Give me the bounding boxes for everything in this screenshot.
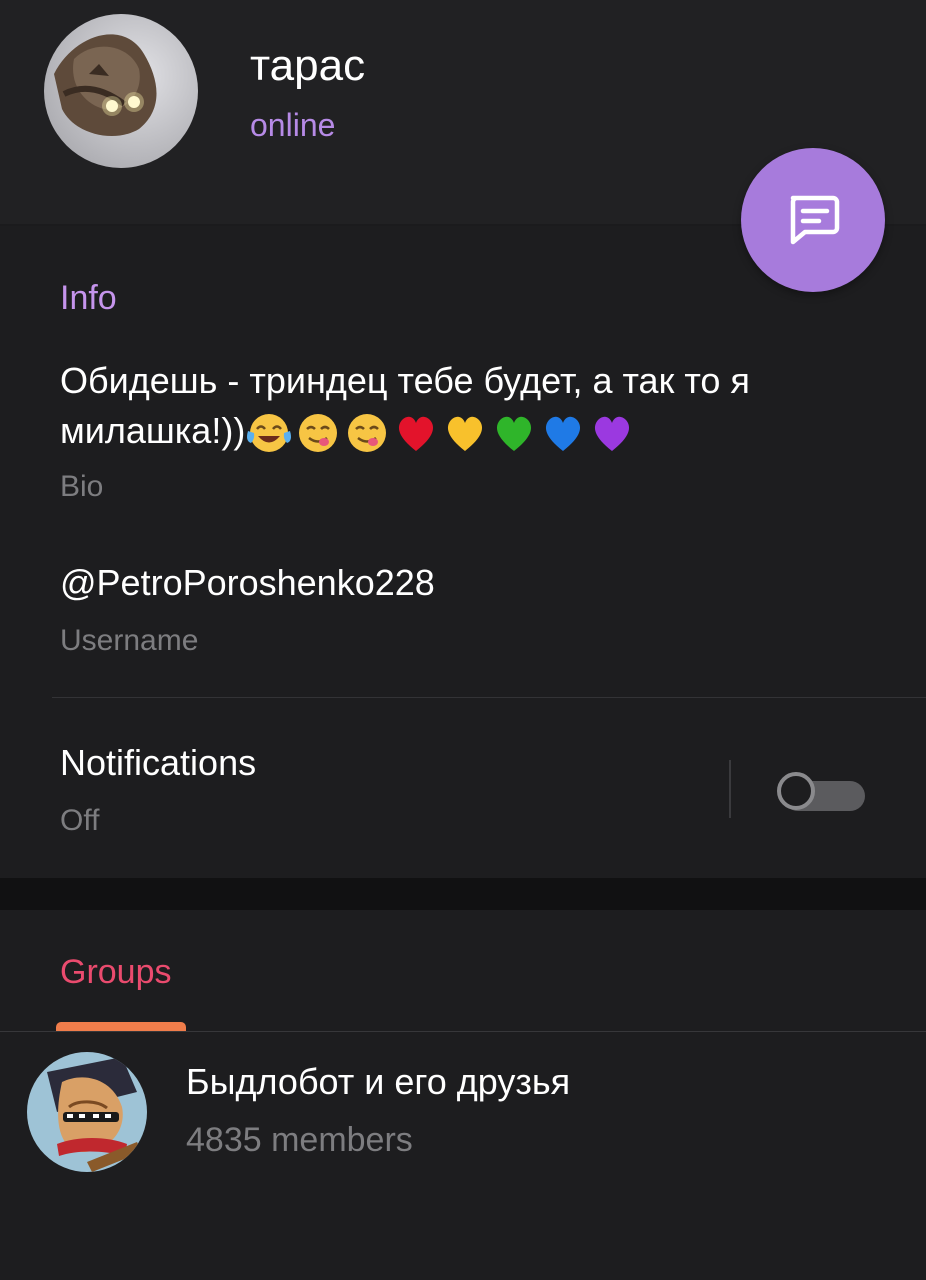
groups-section: Groups Быдлобот и его друзья 4835 member… (0, 910, 926, 1280)
section-gap (0, 878, 926, 910)
bio-text[interactable]: Обидешь - триндец тебе будет, а так то я… (60, 356, 880, 456)
yum-emoji-icon (299, 414, 338, 453)
purple-heart-emoji-icon (595, 417, 630, 452)
profile-avatar[interactable] (44, 14, 198, 168)
green-heart-emoji-icon (497, 417, 532, 452)
send-message-button[interactable] (741, 148, 885, 292)
profile-status: online (250, 107, 336, 143)
group-avatar (27, 1052, 147, 1172)
group-members-count: 4835 members (186, 1121, 413, 1159)
notifications-toggle[interactable] (777, 772, 865, 814)
divider (52, 697, 926, 698)
bio-emoji-row (245, 411, 636, 455)
group-list-item[interactable]: Быдлобот и его друзья 4835 members (0, 1032, 926, 1182)
yum-emoji-icon (348, 414, 387, 453)
group-name: Быдлобот и его друзья (186, 1061, 571, 1102)
info-section: Info Обидешь - триндец тебе будет, а так… (0, 226, 926, 878)
username-label: Username (60, 624, 199, 657)
profile-name: тарас (250, 41, 366, 90)
blue-heart-emoji-icon (546, 417, 581, 452)
notifications-value: Off (60, 804, 100, 837)
tears-of-joy-emoji-icon (247, 414, 292, 453)
notifications-label[interactable]: Notifications (60, 742, 256, 784)
toggle-knob (777, 772, 815, 810)
groups-tab[interactable]: Groups (60, 952, 172, 992)
vertical-separator (729, 760, 731, 818)
username-value[interactable]: @PetroPoroshenko228 (60, 562, 435, 604)
bio-label: Bio (60, 470, 104, 503)
yellow-heart-emoji-icon (448, 417, 483, 452)
red-heart-emoji-icon (399, 417, 434, 452)
message-icon (790, 195, 840, 245)
info-section-title: Info (60, 279, 117, 317)
